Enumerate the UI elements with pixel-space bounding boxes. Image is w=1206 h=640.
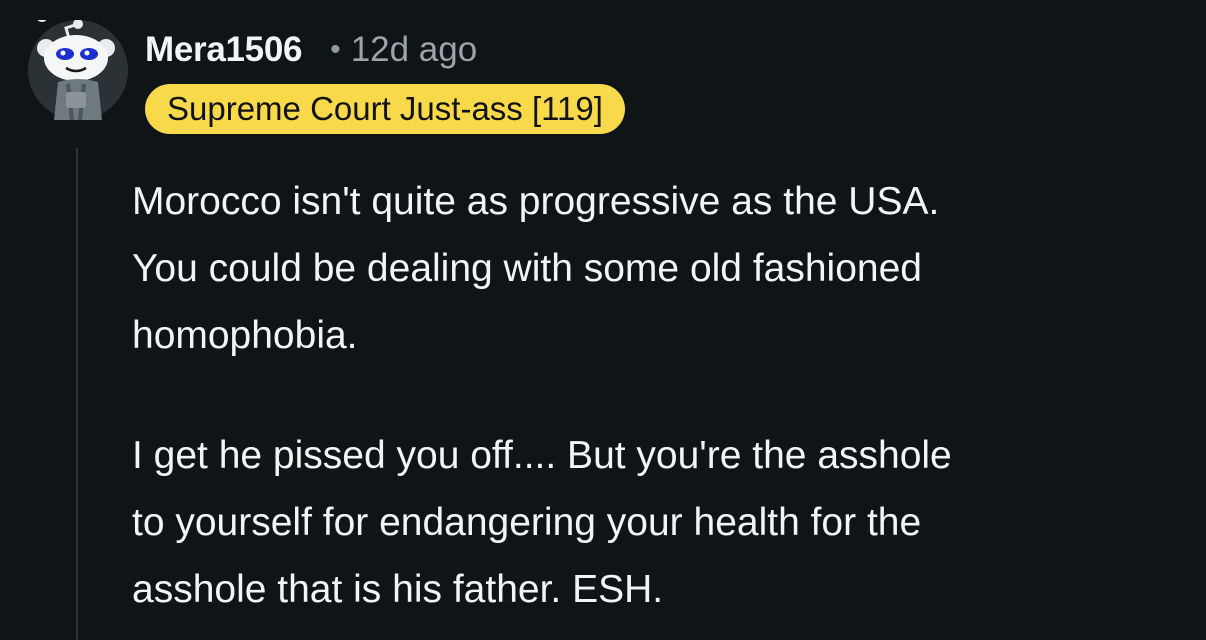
user-avatar[interactable] bbox=[28, 20, 128, 120]
comment-paragraph: I get he pissed you off.... But you're t… bbox=[132, 434, 952, 611]
username-link[interactable]: Mera1506 bbox=[145, 30, 302, 70]
timestamp[interactable]: 12d ago bbox=[351, 30, 478, 70]
snoo-avatar-icon bbox=[28, 20, 128, 120]
comment-body: Morocco isn't quite as progressive as th… bbox=[132, 168, 1192, 623]
separator-dot: • bbox=[330, 33, 341, 66]
thread-line[interactable] bbox=[76, 148, 78, 640]
comment-header: Mera1506 • 12d ago bbox=[145, 28, 477, 72]
user-flair: Supreme Court Just-ass [119] bbox=[145, 84, 625, 134]
comment-paragraph: Morocco isn't quite as progressive as th… bbox=[132, 180, 940, 357]
